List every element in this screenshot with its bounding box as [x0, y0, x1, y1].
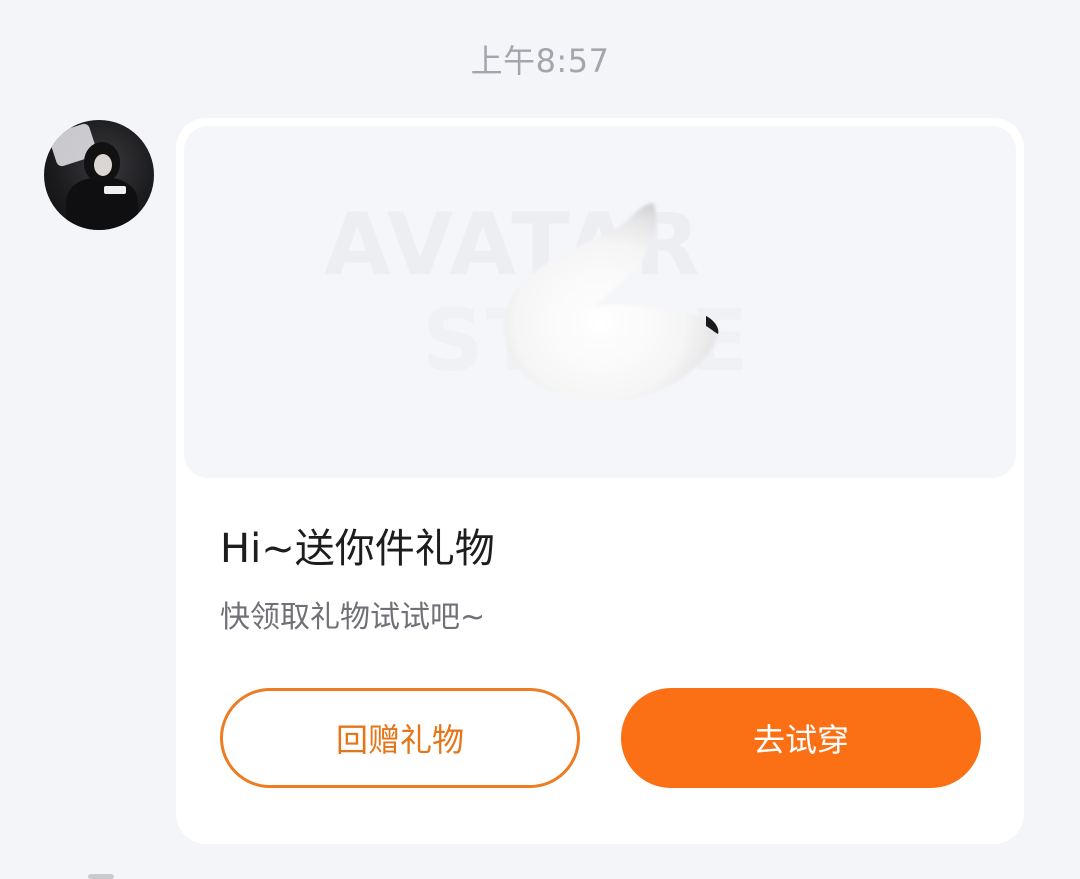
gift-preview-panel[interactable]: AVATAR STORE: [184, 126, 1016, 478]
gift-subtitle: 快领取礼物试试吧~: [220, 600, 486, 635]
try-on-button[interactable]: 去试穿: [621, 688, 981, 788]
sender-avatar[interactable]: [44, 120, 154, 230]
next-message-edge: [88, 874, 114, 879]
avatar-figure-body: [66, 178, 138, 230]
fox-tail-icon: [503, 203, 719, 401]
avatar-figure-face: [94, 154, 112, 176]
message-timestamp: 上午8:57: [470, 42, 610, 80]
avatar-figure-accent: [104, 186, 126, 194]
return-gift-button[interactable]: 回赠礼物: [220, 688, 580, 788]
gift-message-card[interactable]: AVATAR STORE Hi~送你件礼物 快领取礼物试试吧~ 回赠礼物 去试穿: [176, 118, 1024, 844]
gift-title: Hi~送你件礼物: [220, 526, 495, 572]
